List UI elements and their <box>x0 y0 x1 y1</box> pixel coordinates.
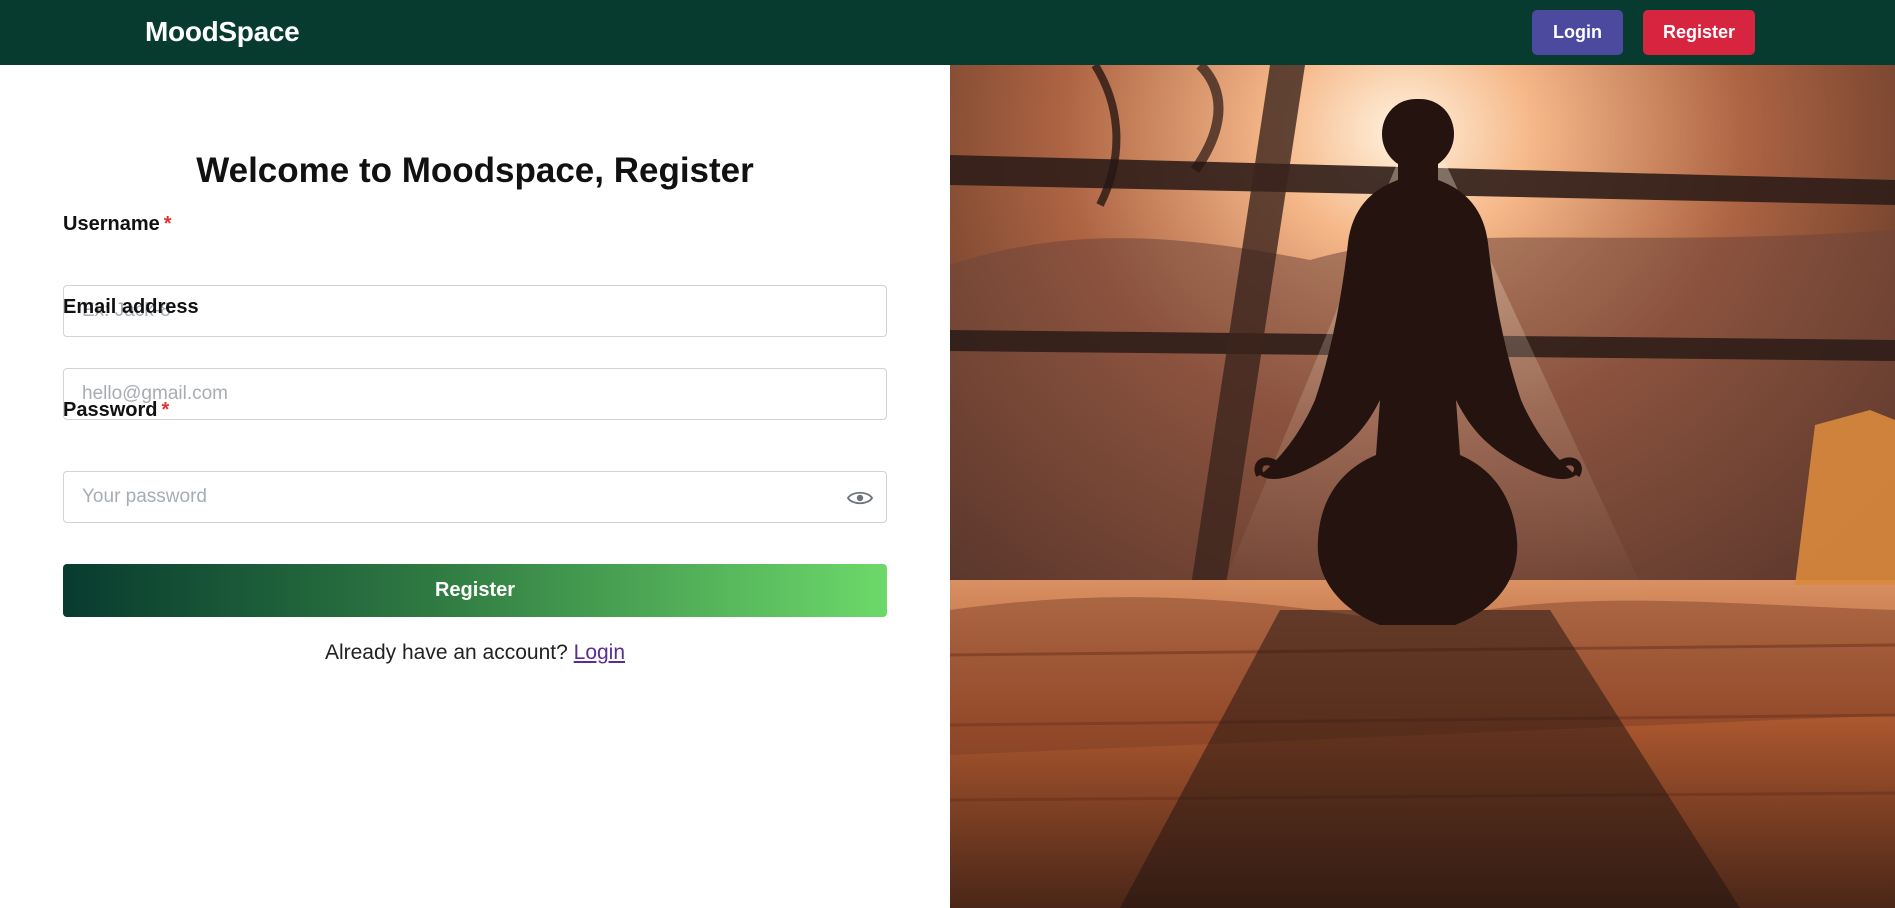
password-input[interactable] <box>63 471 887 523</box>
login-link[interactable]: Login <box>574 641 625 664</box>
password-label-text: Password <box>63 399 158 421</box>
email-label: Email address <box>63 296 199 318</box>
nav-login-button[interactable]: Login <box>1532 10 1623 55</box>
page-title: Welcome to Moodspace, Register <box>196 151 754 190</box>
brand-logo[interactable]: MoodSpace <box>145 16 300 48</box>
username-label-text: Username <box>63 213 160 235</box>
register-panel: Welcome to Moodspace, Register Username *… <box>0 65 950 908</box>
register-submit-button[interactable]: Register <box>63 564 887 617</box>
email-input[interactable] <box>63 368 887 420</box>
top-navbar: MoodSpace Login Register <box>0 0 1895 65</box>
eye-icon[interactable] <box>847 489 873 507</box>
password-label: Password * <box>63 399 169 422</box>
hero-image <box>950 65 1895 908</box>
nav-register-button[interactable]: Register <box>1643 10 1755 55</box>
username-label: Username * <box>63 213 172 236</box>
password-required-mark: * <box>161 399 170 421</box>
meditation-photo <box>950 65 1895 908</box>
account-prompt-text: Already have an account? <box>324 641 568 664</box>
username-required-mark: * <box>163 213 172 235</box>
login-prompt: Already have an account? Login <box>0 641 950 665</box>
